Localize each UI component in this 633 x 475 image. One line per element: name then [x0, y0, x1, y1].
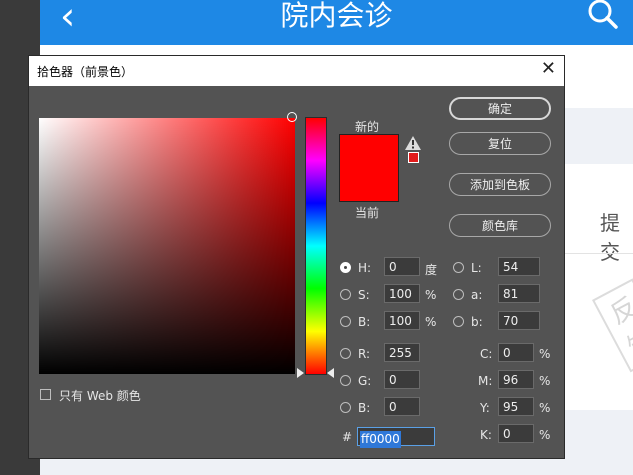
magenta-label: M:: [478, 374, 493, 388]
lab-l-label: L:: [471, 261, 482, 275]
gamut-color-chip[interactable]: [408, 152, 419, 163]
color-field[interactable]: [39, 118, 295, 374]
cyan-label: C:: [480, 347, 493, 361]
black-unit: %: [539, 428, 551, 442]
hue-slider[interactable]: [306, 118, 326, 374]
blue-radio[interactable]: [340, 402, 351, 413]
lab-b-label: b:: [471, 315, 483, 329]
close-icon[interactable]: ✕: [541, 58, 556, 79]
reset-button[interactable]: 复位: [449, 132, 551, 155]
saturation-input[interactable]: 100: [384, 284, 420, 303]
hue-slider-handle-right[interactable]: [327, 368, 334, 378]
web-colors-only-checkbox[interactable]: [40, 389, 51, 400]
black-label: K:: [480, 428, 492, 442]
hex-label: #: [342, 430, 353, 444]
dialog-titlebar[interactable]: 拾色器（前景色） ✕: [29, 56, 564, 86]
app-header: ‹ 院内会诊: [40, 0, 633, 45]
hex-input[interactable]: ff0000: [357, 427, 435, 448]
lab-b-radio[interactable]: [453, 316, 464, 327]
out-of-gamut-warning-icon[interactable]: [405, 136, 421, 150]
current-color-swatch[interactable]: [339, 167, 399, 202]
ok-button[interactable]: 确定: [449, 97, 551, 120]
cyan-input[interactable]: 0: [498, 343, 534, 362]
new-color-swatch: [339, 134, 399, 168]
feedback-watermark: 反馈: [592, 278, 633, 373]
app-title: 院内会诊: [280, 0, 393, 32]
magenta-input[interactable]: 96: [498, 370, 534, 389]
red-label: R:: [358, 347, 371, 361]
blue-label: B:: [358, 401, 371, 415]
lab-a-radio[interactable]: [453, 289, 464, 300]
blue-input[interactable]: 0: [384, 397, 420, 416]
green-input[interactable]: 0: [384, 370, 420, 389]
color-picker-dialog: 拾色器（前景色） ✕ 新的 当前 确定 复位 添加到色板 颜色库 H: 0 度 …: [29, 56, 564, 458]
add-to-swatches-button[interactable]: 添加到色板: [449, 173, 551, 196]
saturation-label: S:: [358, 288, 370, 302]
green-radio[interactable]: [340, 375, 351, 386]
lab-l-input[interactable]: 54: [498, 257, 540, 276]
hue-radio[interactable]: [340, 262, 351, 273]
color-libraries-button[interactable]: 颜色库: [449, 214, 551, 237]
brightness-radio[interactable]: [340, 316, 351, 327]
color-field-marker[interactable]: [287, 112, 297, 122]
web-colors-only-label: 只有 Web 颜色: [59, 389, 141, 403]
yellow-input[interactable]: 95: [498, 397, 534, 416]
green-label: G:: [358, 374, 372, 388]
yellow-label: Y:: [480, 401, 490, 415]
lab-b-input[interactable]: 70: [498, 311, 540, 330]
saturation-radio[interactable]: [340, 289, 351, 300]
lab-a-input[interactable]: 81: [498, 284, 540, 303]
submit-link[interactable]: 提交: [600, 207, 633, 265]
saturation-unit: %: [425, 288, 437, 302]
black-input[interactable]: 0: [498, 424, 534, 443]
yellow-unit: %: [539, 401, 551, 415]
hue-input[interactable]: 0: [384, 257, 420, 276]
brightness-input[interactable]: 100: [384, 311, 420, 330]
brightness-label: B:: [358, 315, 371, 329]
dialog-title: 拾色器（前景色）: [37, 65, 134, 79]
lab-l-radio[interactable]: [453, 262, 464, 273]
hue-slider-handle-left[interactable]: [297, 368, 304, 378]
red-input[interactable]: 255: [384, 343, 420, 362]
lab-a-label: a:: [471, 288, 483, 302]
new-color-label: 新的: [355, 120, 380, 134]
hue-label: H:: [358, 261, 372, 275]
brightness-unit: %: [425, 315, 437, 329]
magenta-unit: %: [539, 374, 551, 388]
hue-unit: 度: [425, 263, 438, 277]
current-color-label: 当前: [355, 206, 380, 220]
search-icon[interactable]: [583, 0, 623, 34]
red-radio[interactable]: [340, 348, 351, 359]
cyan-unit: %: [539, 347, 551, 361]
hex-value: ff0000: [360, 431, 401, 448]
